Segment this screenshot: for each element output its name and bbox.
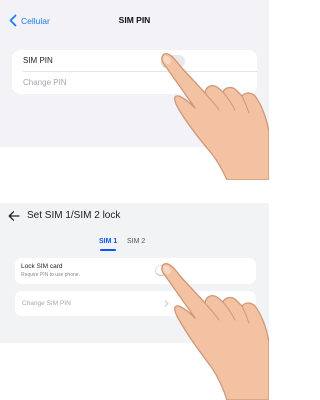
- lock-sim-card-toggle[interactable]: [155, 265, 174, 276]
- change-pin-row[interactable]: Change PIN: [12, 72, 257, 94]
- page-title: Set SIM 1/SIM 2 lock: [27, 210, 121, 221]
- toggle-knob: [156, 266, 165, 275]
- chevron-right-icon: [164, 300, 169, 307]
- lock-sim-card-row: Lock SIM card Require PIN to use phone.: [15, 258, 256, 284]
- ios-sim-pin-screen: Cellular SIM PIN SIM PIN Change PIN: [0, 0, 269, 147]
- sim-tabs: SIM 1 SIM 2: [0, 238, 269, 252]
- sim-pin-row: SIM PIN: [12, 50, 257, 72]
- sim-pin-toggle[interactable]: [161, 55, 185, 68]
- active-tab-indicator: [100, 249, 116, 251]
- ios-settings-group: SIM PIN Change PIN: [12, 50, 257, 94]
- lock-sim-card-label: Lock SIM card: [21, 263, 63, 270]
- sim-pin-label: SIM PIN: [23, 56, 53, 65]
- android-sim-lock-screen: Set SIM 1/SIM 2 lock SIM 1 SIM 2 Lock SI…: [0, 203, 269, 343]
- android-header: Set SIM 1/SIM 2 lock: [0, 203, 269, 229]
- tab-sim-1[interactable]: SIM 1: [99, 238, 117, 245]
- arrow-left-icon[interactable]: [7, 209, 21, 223]
- toggle-knob: [162, 56, 173, 67]
- change-pin-label: Change PIN: [23, 78, 67, 87]
- change-sim-pin-label: Change SIM PIN: [22, 300, 71, 307]
- change-sim-pin-row[interactable]: Change SIM PIN: [15, 291, 256, 316]
- page-title: SIM PIN: [118, 15, 151, 25]
- ios-nav-bar: Cellular SIM PIN: [0, 0, 269, 40]
- tab-sim-2[interactable]: SIM 2: [127, 238, 145, 245]
- lock-sim-card-subtitle: Require PIN to use phone.: [21, 272, 80, 278]
